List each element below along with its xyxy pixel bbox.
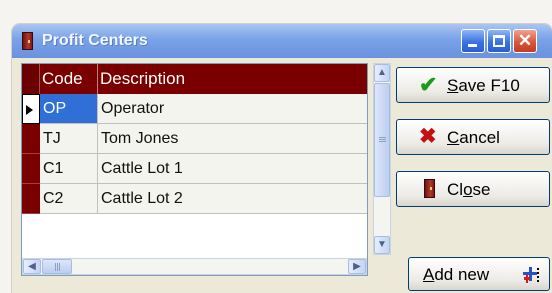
- red-x-icon: ✖: [419, 125, 437, 148]
- scroll-right-button[interactable]: ▶: [348, 259, 366, 274]
- save-button[interactable]: ✔ Save F10: [396, 67, 550, 103]
- maximize-icon: [493, 35, 505, 47]
- cell-description[interactable]: Operator: [98, 94, 367, 124]
- close-icon: ✕: [517, 31, 533, 50]
- chevron-right-icon: ▶: [353, 261, 361, 272]
- table-row[interactable]: C1 Cattle Lot 1: [22, 154, 367, 184]
- row-indicator[interactable]: [22, 154, 40, 184]
- close-button[interactable]: Close: [396, 171, 550, 207]
- cancel-button[interactable]: ✖ Cancel: [396, 119, 550, 155]
- scroll-left-button[interactable]: ◀: [23, 259, 41, 274]
- add-record-icon: [521, 265, 541, 285]
- table-row[interactable]: C2 Cattle Lot 2: [22, 184, 367, 214]
- add-new-button[interactable]: Add new: [408, 257, 550, 291]
- column-header-description[interactable]: Description: [98, 64, 368, 94]
- grid-header: Code Description: [22, 64, 367, 94]
- table-row[interactable]: TJ Tom Jones: [22, 124, 367, 154]
- horizontal-scroll-thumb[interactable]: [42, 259, 72, 274]
- chevron-left-icon: ◀: [28, 261, 36, 272]
- current-row-pointer-icon: [26, 105, 33, 115]
- scroll-down-button[interactable]: ▼: [374, 236, 390, 254]
- cell-description[interactable]: Cattle Lot 1: [98, 154, 367, 184]
- checkmark-icon: ✔: [419, 72, 438, 97]
- save-button-label: Save F10: [447, 76, 520, 95]
- minimize-button[interactable]: [461, 29, 485, 53]
- app-door-icon: [22, 32, 33, 50]
- window-title: Profit Centers: [42, 32, 148, 49]
- profit-centers-grid[interactable]: Code Description OP Operator TJ Tom Jone…: [21, 63, 368, 276]
- cell-code[interactable]: C2: [40, 184, 98, 214]
- close-window-button[interactable]: ✕: [513, 29, 537, 53]
- door-icon: [419, 178, 441, 200]
- row-indicator[interactable]: [22, 124, 40, 154]
- horizontal-scrollbar[interactable]: ◀ ▶: [22, 258, 367, 275]
- maximize-button[interactable]: [487, 29, 511, 53]
- table-row[interactable]: OP Operator: [22, 94, 367, 124]
- cell-code[interactable]: OP: [40, 94, 98, 124]
- cell-code[interactable]: C1: [40, 154, 98, 184]
- cancel-button-label: Cancel: [447, 128, 500, 147]
- cell-description[interactable]: Tom Jones: [98, 124, 367, 154]
- row-indicator[interactable]: [22, 94, 40, 124]
- cell-code[interactable]: TJ: [40, 124, 98, 154]
- chevron-up-icon: ▲: [377, 67, 387, 78]
- header-indicator-cell: [22, 64, 40, 94]
- minimize-icon: [468, 44, 477, 47]
- row-indicator[interactable]: [22, 184, 40, 214]
- profit-centers-window: Profit Centers ✕ Code Description OP Ope…: [12, 24, 552, 293]
- title-bar[interactable]: Profit Centers ✕: [12, 24, 552, 58]
- column-header-code[interactable]: Code: [40, 64, 98, 94]
- vertical-scrollbar[interactable]: ▲ ▼: [373, 63, 391, 255]
- add-new-button-label: Add new: [423, 265, 490, 284]
- cell-description[interactable]: Cattle Lot 2: [98, 184, 367, 214]
- vertical-scroll-thumb[interactable]: [374, 83, 390, 197]
- chevron-down-icon: ▼: [377, 239, 387, 250]
- close-button-label: Close: [447, 180, 491, 199]
- scroll-up-button[interactable]: ▲: [374, 64, 390, 82]
